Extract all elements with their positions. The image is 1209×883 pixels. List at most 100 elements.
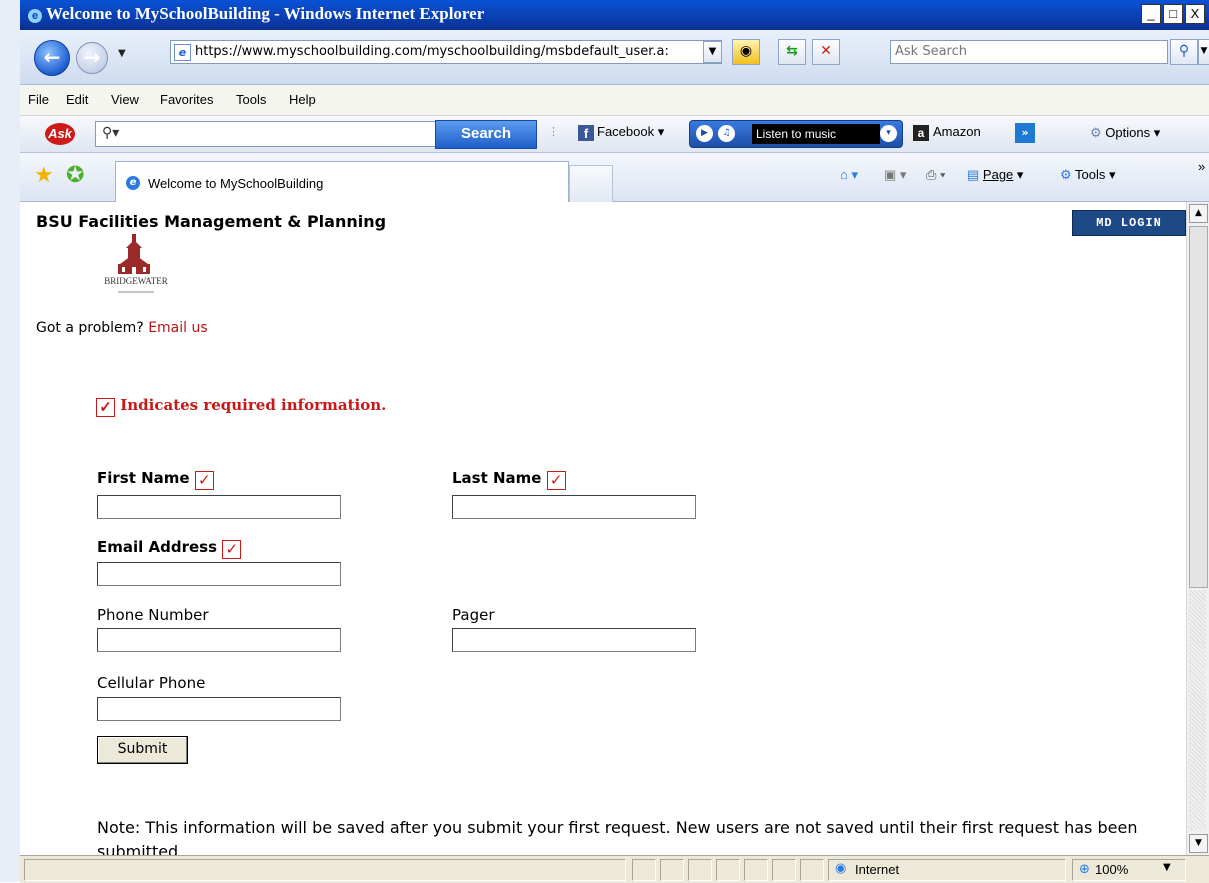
status-cell [716,859,740,881]
page-content: BSU Facilities Management & Planning MD … [20,202,1186,855]
required-legend-text: Indicates required information. [120,396,387,414]
problem-text: Got a problem? [36,320,144,336]
zoom-icon: ⊕ [1079,862,1090,877]
last-name-field[interactable] [452,495,696,519]
tab-welcome[interactable]: e Welcome to MySchoolBuilding [115,161,569,202]
feeds-icon[interactable]: ▣ ▾ [884,167,906,183]
last-name-label: Last Name ✓ [452,469,566,490]
submit-button[interactable]: Submit [97,736,188,764]
page-menu[interactable]: ▤ Page ▾ [967,167,1023,183]
menu-favorites[interactable]: Favorites [160,92,213,107]
zoom-cell[interactable]: ⊕ 100% ▼ [1072,859,1186,881]
ie-icon: e [28,9,42,23]
recent-pages-dropdown-icon[interactable]: ▼ [118,48,126,59]
toolbar-grip-icon: ⋮ [548,125,559,138]
lock-icon[interactable]: ◉ [732,39,760,65]
forward-button[interactable]: → [76,42,108,74]
command-bar-chevron-icon[interactable]: » [1198,159,1205,174]
music-label[interactable]: Listen to music [752,124,880,144]
bridgewater-logo: BRIDGEWATER [104,234,168,293]
window-controls: _ □ X [1139,4,1205,24]
ask-logo[interactable]: Ask [45,123,75,145]
stop-icon[interactable]: ✕ [812,39,840,65]
close-button[interactable]: X [1185,4,1205,24]
problem-line: Got a problem? Email us [36,320,208,336]
new-tab-button[interactable] [569,165,613,202]
required-check-icon: ✓ [96,398,115,417]
status-text-cell [24,859,626,881]
scroll-track[interactable] [1189,590,1206,830]
ie-page-icon: e [126,176,140,190]
cellular-phone-field[interactable] [97,697,341,721]
search-icon: ⚲▾ [102,125,120,141]
minimize-button[interactable]: _ [1141,4,1161,24]
tools-menu[interactable]: ⚙ Tools ▾ [1060,167,1116,183]
favorites-star-icon[interactable]: ★ [34,163,54,188]
music-dropdown-icon[interactable]: ▾ [880,125,897,142]
search-options-dropdown-icon[interactable]: ▼ [1198,39,1209,65]
status-cell [688,859,712,881]
print-icon[interactable]: ⎙ ▾ [926,167,945,183]
toolbar-search-button[interactable]: Search [435,120,537,149]
zone-label: Internet [855,862,900,877]
more-buttons-chevron-icon[interactable]: » [1015,123,1035,143]
address-bar-row: ← → ▼ e https://www.myschoolbuilding.com… [20,30,1209,85]
status-cell [800,859,824,881]
favorites-tab-bar: ★ ✪ e Welcome to MySchoolBuilding ⌂ ▾ ▣ … [20,153,1209,202]
phone-number-field[interactable] [97,628,341,652]
page-title: BSU Facilities Management & Planning [36,212,387,231]
zoom-dropdown-icon[interactable]: ▼ [1163,862,1171,873]
menu-help[interactable]: Help [289,92,316,107]
page-icon: e [174,44,191,61]
scroll-up-icon[interactable]: ▲ [1189,204,1208,223]
menu-tools[interactable]: Tools [236,92,266,107]
desktop-left-strip [0,0,21,882]
page-menu-icon: ▤ [967,167,980,182]
gear-icon: ⚙ [1090,125,1102,140]
phone-number-label: Phone Number [97,606,209,624]
play-icon[interactable]: ▶ [696,125,713,142]
menu-view[interactable]: View [111,92,139,107]
pager-label: Pager [452,606,495,624]
required-check-icon: ✓ [222,540,242,559]
md-login-button[interactable]: MD LOGIN [1072,210,1186,236]
ask-toolbar: Ask ⚲▾ Search ⋮ f Facebook ▾ ▶ ♫ Listen t… [20,116,1209,153]
maximize-button[interactable]: □ [1163,4,1183,24]
menu-edit[interactable]: Edit [66,92,88,107]
url-field[interactable]: e https://www.myschoolbuilding.com/mysch… [170,40,722,64]
zoom-level: 100% [1095,862,1129,877]
add-favorites-icon[interactable]: ✪ [66,163,84,188]
search-input[interactable] [891,41,1167,61]
email-us-link[interactable]: Email us [148,320,207,336]
logo-text: BRIDGEWATER [104,276,168,286]
required-check-icon: ✓ [194,471,214,490]
search-icon[interactable]: ⚲ [1170,39,1198,65]
back-button[interactable]: ← [34,40,70,76]
email-field[interactable] [97,562,341,586]
status-cell [632,859,656,881]
scroll-down-icon[interactable]: ▼ [1189,834,1208,853]
pager-field[interactable] [452,628,696,652]
facebook-button[interactable]: f Facebook ▾ [578,124,664,141]
required-check-icon: ✓ [546,471,566,490]
menu-file[interactable]: File [28,92,49,107]
search-box[interactable] [890,40,1168,64]
first-name-field[interactable] [97,495,341,519]
options-button[interactable]: ⚙ Options ▾ [1090,125,1160,141]
vertical-scrollbar[interactable]: ▲ ▼ [1186,202,1209,855]
music-player: ▶ ♫ Listen to music ▾ [689,120,903,148]
zone-cell: ◉ Internet [828,859,1066,881]
first-name-label: First Name ✓ [97,469,214,490]
amazon-button[interactable]: a Amazon [913,124,981,141]
toolbar-search-field[interactable]: ⚲▾ [95,121,437,147]
status-bar: ◉ Internet ⊕ 100% ▼ [20,855,1209,883]
scroll-thumb[interactable] [1189,226,1208,588]
home-icon[interactable]: ⌂ ▾ [840,167,858,183]
status-cell [744,859,768,881]
note-text: Note: This information will be saved aft… [97,818,1138,855]
url-dropdown-icon[interactable]: ▼ [703,41,722,63]
volume-icon[interactable]: ♫ [718,125,735,142]
refresh-icon[interactable]: ⇆ [778,39,806,65]
window-titlebar: e Welcome to MySchoolBuilding - Windows I… [20,0,1209,30]
tools-gear-icon: ⚙ [1060,167,1072,182]
